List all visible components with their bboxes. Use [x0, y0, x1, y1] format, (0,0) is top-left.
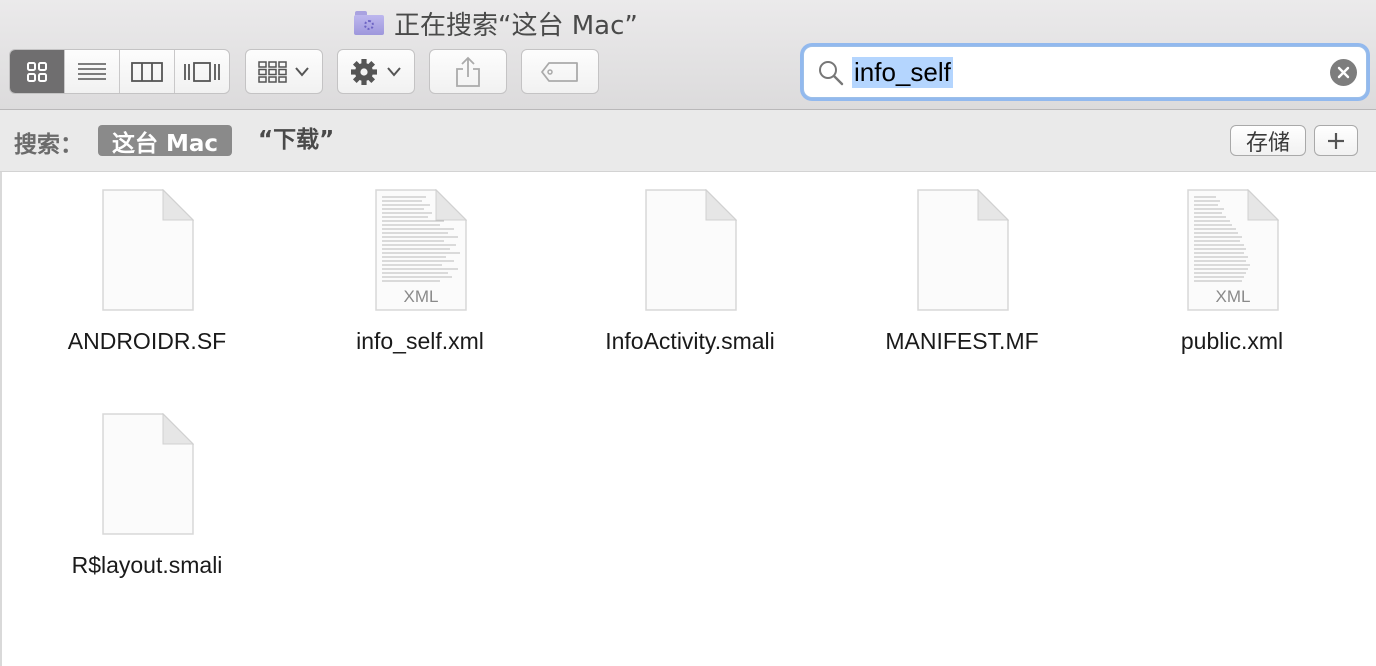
cover-flow-view-button[interactable]	[174, 50, 229, 93]
tag-button[interactable]	[521, 49, 599, 94]
file-item[interactable]: MANIFEST.MF	[842, 172, 1082, 372]
file-name: ANDROIDR.SF	[67, 328, 227, 354]
cover-flow-icon	[184, 61, 220, 82]
gear-icon	[351, 58, 401, 85]
scope-label: 搜索：	[14, 132, 83, 158]
plus-icon	[1328, 132, 1344, 149]
search-icon	[819, 61, 844, 86]
file-name: info_self.xml	[356, 328, 484, 354]
column-view-icon	[131, 61, 163, 82]
blank-document-icon	[917, 189, 1009, 311]
window-title: 正在搜索“这台 Mac”	[354, 6, 638, 41]
action-button[interactable]	[337, 49, 415, 94]
tag-icon	[541, 61, 578, 82]
search-input-value[interactable]: info_self	[852, 57, 953, 88]
file-item[interactable]: R$layout.smali	[27, 396, 267, 596]
xml-badge: XML	[1216, 287, 1251, 306]
file-item[interactable]: ANDROIDR.SF	[27, 172, 267, 372]
toolbar: 正在搜索“这台 Mac” info_self	[0, 0, 1376, 110]
group-button[interactable]	[245, 49, 323, 94]
view-mode-control	[9, 49, 230, 94]
file-name: MANIFEST.MF	[885, 328, 1039, 354]
file-name: public.xml	[1180, 328, 1284, 354]
scope-downloads-button[interactable]: “下载”	[258, 125, 334, 156]
blank-document-icon	[102, 413, 194, 535]
grid-group-icon	[258, 60, 309, 83]
xml-document-icon: XML	[375, 189, 467, 311]
xml-document-icon: XML	[1187, 189, 1279, 311]
search-field[interactable]: info_self	[803, 46, 1367, 98]
list-view-icon	[78, 62, 106, 80]
column-view-button[interactable]	[119, 50, 174, 93]
file-item[interactable]: XML public.xml	[1112, 172, 1352, 372]
list-view-button[interactable]	[64, 50, 119, 93]
file-item[interactable]: InfoActivity.smali	[570, 172, 810, 372]
file-name: InfoActivity.smali	[605, 328, 775, 354]
save-search-button[interactable]: 存储	[1230, 125, 1306, 156]
blank-document-icon	[102, 189, 194, 311]
file-item[interactable]: XML info_self.xml	[300, 172, 540, 372]
icon-view-button[interactable]	[10, 50, 64, 93]
share-icon	[456, 56, 480, 87]
window-title-text: 正在搜索“这台 Mac”	[394, 10, 638, 41]
smart-folder-icon	[354, 11, 384, 35]
xml-badge: XML	[404, 287, 439, 306]
scope-this-mac-button[interactable]: 这台 Mac	[98, 125, 232, 157]
blank-document-icon	[645, 189, 737, 311]
icon-view-icon	[27, 61, 47, 82]
close-icon	[1337, 66, 1350, 79]
file-grid: ANDROIDR.SF XML info_self.xml InfoActivi…	[0, 172, 1376, 666]
share-button[interactable]	[429, 49, 507, 94]
clear-search-button[interactable]	[1330, 59, 1357, 86]
search-scope-bar: 搜索： 这台 Mac “下载” 存储	[0, 110, 1376, 172]
finder-window: 正在搜索“这台 Mac” info_self 搜索： 这台 Mac “下载” 存…	[0, 0, 1376, 666]
file-name: R$layout.smali	[71, 552, 223, 578]
add-criteria-button[interactable]	[1314, 125, 1358, 156]
